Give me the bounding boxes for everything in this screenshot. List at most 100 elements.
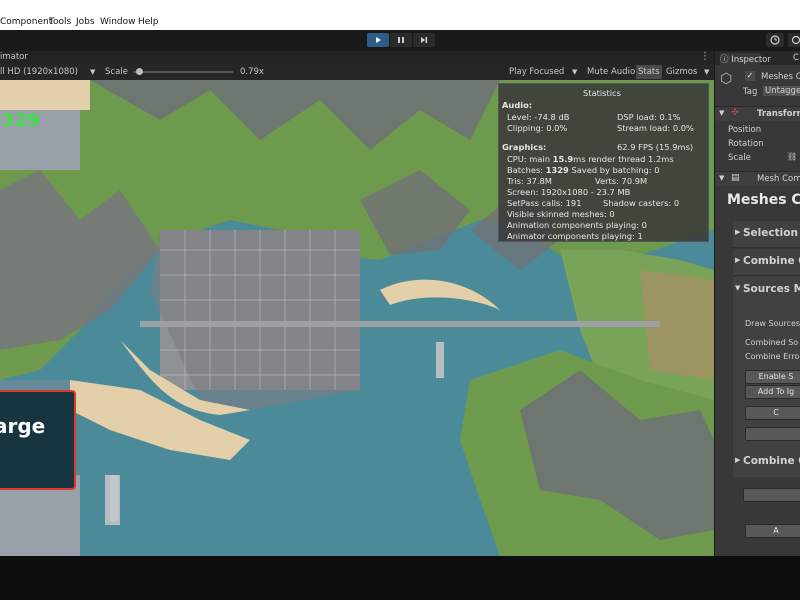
menu-jobs[interactable]: Jobs [76, 17, 95, 28]
stats-fps: 62.9 FPS (15.9ms) [617, 142, 694, 152]
transform-header[interactable]: ▼ ✣ Transform [715, 106, 800, 121]
tag-label: Tag [743, 87, 758, 97]
mesh-component-header[interactable]: ▼ ▤ Mesh Com [715, 171, 800, 186]
menu-help[interactable]: Help [138, 17, 159, 28]
play-button[interactable] [367, 33, 389, 47]
active-checkbox[interactable]: ✓ [745, 71, 755, 81]
play-icon [376, 37, 381, 43]
scale-label: Scale [105, 67, 128, 77]
selection-title: Selection T [743, 227, 800, 239]
game-view-controls: ll HD (1920x1080) ▼ Scale 0.79x Play Foc… [0, 64, 714, 81]
gameobject-cube-icon: ⬡ [720, 71, 733, 87]
combine-options-title: Combine Op [743, 255, 800, 267]
add-to-ignore-button[interactable]: Add To Ig [745, 385, 800, 399]
sources-chevron-icon[interactable]: ▼ [735, 284, 740, 292]
stats-graphics-header: Graphics: [502, 142, 547, 152]
pause-button[interactable] [390, 33, 412, 47]
step-icon [421, 37, 428, 43]
history-icon [770, 35, 780, 45]
position-label: Position [728, 125, 762, 135]
enable-sources-button[interactable]: Enable S [745, 370, 800, 384]
combine-errors-label: Combine Erro [745, 352, 800, 361]
tag-dropdown[interactable]: Untagge [763, 86, 800, 96]
mute-audio-toggle[interactable]: Mute Audio [587, 67, 635, 77]
script-icon: ▤ [731, 173, 740, 183]
menu-window[interactable]: Window [100, 17, 136, 28]
stats-skinned: Visible skinned meshes: 0 [507, 209, 615, 219]
stats-shadow-casters: Shadow casters: 0 [603, 198, 680, 208]
object-name-field[interactable]: Meshes C [761, 72, 800, 82]
scale-value: 0.79x [240, 67, 264, 77]
link-icon[interactable]: ⛓ [787, 152, 797, 161]
combine-output-section[interactable]: ▶ Combine Ou [733, 449, 800, 475]
stats-animator-components: Animator components playing: 1 [507, 231, 643, 241]
more-options-icon[interactable]: ⋮ [700, 51, 710, 62]
game-view-tab[interactable]: imator [0, 52, 28, 62]
meshes-combiner-title: Meshes Co [727, 192, 800, 208]
sources-title[interactable]: Sources Ma [743, 283, 800, 295]
selection-section[interactable]: ▶ Selection T [733, 221, 800, 248]
toolbar [0, 30, 800, 51]
history-button[interactable] [766, 33, 784, 47]
cloud-icon [791, 35, 800, 45]
resolution-chevron-icon: ▼ [90, 68, 96, 76]
stats-tris: Tris: 37.8M [507, 176, 552, 186]
cloud-button[interactable] [788, 33, 800, 47]
stats-batches-prefix: Batches: [507, 165, 546, 175]
combine-options-chevron-icon: ▶ [735, 256, 741, 264]
menu-bar: Component Tools Jobs Window Help [0, 0, 800, 30]
resolution-dropdown[interactable]: ll HD (1920x1080) [0, 67, 78, 77]
output-button[interactable] [743, 488, 800, 502]
stats-setpass: SetPass calls: 191 [507, 198, 582, 208]
stats-batches-suffix: Saved by batching: 0 [568, 165, 660, 175]
stats-audio-header: Audio: [502, 100, 533, 110]
tab-other[interactable]: C [793, 53, 799, 63]
combined-sources-label: Combined So [745, 338, 799, 347]
stats-batches-value: 1329 [545, 165, 569, 175]
stats-clipping: Clipping: 0.0% [507, 123, 568, 133]
combine-output-title: Combine Ou [743, 455, 800, 467]
stats-dsp-load: DSP load: 0.1% [617, 112, 681, 122]
scale-slider-track[interactable] [133, 71, 233, 73]
stats-screen: Screen: 1920x1080 - 23.7 MB [507, 187, 631, 197]
mesh-component-title: Mesh Com [757, 174, 800, 184]
stats-stream-load: Stream load: 0.0% [617, 123, 694, 133]
pause-icon [398, 37, 404, 43]
tab-inspector-label: Inspector [731, 55, 771, 65]
a-button[interactable]: A [745, 524, 800, 538]
stats-cpu-main: 15.9 [552, 154, 574, 164]
transform-chevron-icon: ▼ [719, 109, 725, 117]
stats-cpu: CPU: main 15.9ms render thread 1.2ms [507, 154, 674, 164]
play-focused-chevron-icon: ▼ [572, 68, 578, 76]
selection-chevron-icon: ▶ [735, 228, 741, 236]
combine-options-section[interactable]: ▶ Combine Op [733, 249, 800, 276]
inspector-tabbar: ⓘ Inspector C [715, 51, 800, 65]
menu-component[interactable]: Component [0, 17, 52, 28]
stats-verts: Verts: 70.9M [595, 176, 648, 186]
menu-tools[interactable]: Tools [49, 17, 71, 28]
step-button[interactable] [413, 33, 435, 47]
stats-toggle[interactable]: Stats [636, 65, 662, 79]
stats-level: Level: -74.8 dB [507, 112, 570, 122]
game-view-tabbar: imator ⋮ [0, 51, 714, 64]
sources-section: ▼ Sources Ma Draw Sources Combined So Co… [733, 277, 800, 477]
c-button[interactable]: C [745, 406, 800, 420]
gizmos-chevron-icon: ▼ [704, 68, 710, 76]
stats-cpu-suffix: ms render thread 1.2ms [573, 154, 674, 164]
info-icon: ⓘ [720, 55, 732, 65]
play-focused-dropdown[interactable]: Play Focused [509, 67, 564, 77]
hud-counter: 329 [2, 110, 40, 131]
statistics-panel: Statistics Audio: Level: -74.8 dB Clippi… [498, 83, 709, 242]
transform-icon: ✣ [731, 108, 739, 118]
gizmos-dropdown[interactable]: Gizmos [666, 67, 697, 77]
tab-inspector[interactable]: ⓘ Inspector [720, 53, 771, 65]
sources-extra-button[interactable] [745, 427, 800, 441]
bottom-bar [0, 556, 800, 600]
combine-output-chevron-icon: ▶ [735, 456, 741, 464]
scale-slider-handle[interactable] [136, 68, 143, 75]
rotation-label: Rotation [728, 139, 764, 149]
scale-label-inspector: Scale [728, 153, 751, 163]
draw-sources-label: Draw Sources [745, 319, 800, 328]
stats-animation-components: Animation components playing: 0 [507, 220, 647, 230]
stats-batches: Batches: 1329 Saved by batching: 0 [507, 165, 660, 175]
